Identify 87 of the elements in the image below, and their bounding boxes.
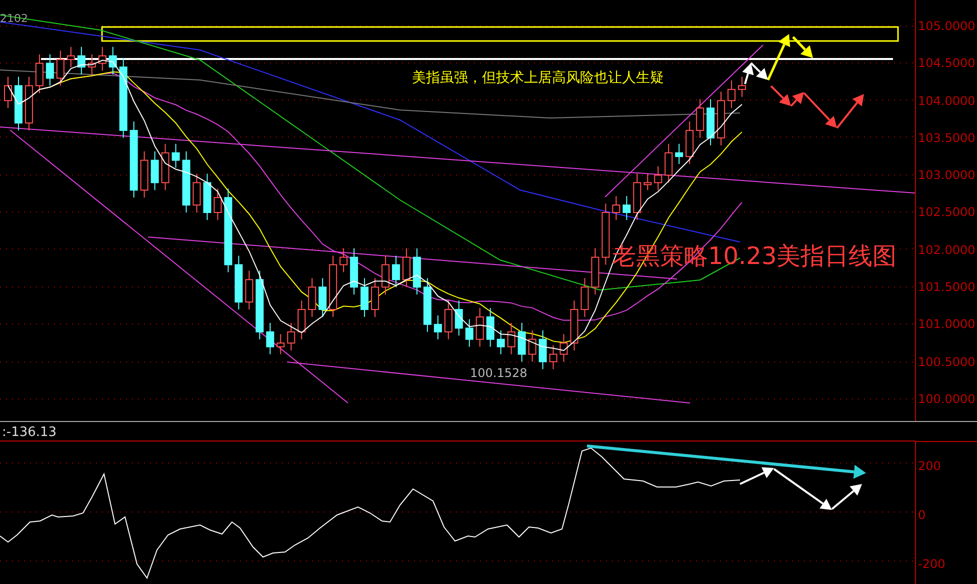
candlestick <box>538 330 547 370</box>
axis-label: 100.5000 <box>917 354 976 371</box>
candlestick <box>140 150 148 198</box>
candlestick <box>276 334 285 355</box>
candlestick <box>486 308 494 348</box>
candlestick <box>371 278 379 318</box>
candlestick <box>738 76 746 98</box>
candlestick <box>350 248 358 296</box>
candlestick <box>476 308 484 348</box>
candlestick <box>172 143 180 168</box>
low-price-label: 100.1528 <box>470 366 528 380</box>
axis-label: 104.5000 <box>917 55 976 72</box>
candlestick <box>66 46 75 68</box>
forecast-arrow <box>836 94 864 129</box>
axis-label: 102.0000 <box>917 242 976 259</box>
candlestick <box>465 318 474 348</box>
candlestick <box>318 278 327 318</box>
candlestick <box>329 255 338 318</box>
candlestick <box>444 300 452 340</box>
candlestick <box>245 270 254 310</box>
axis-label: 105.0000 <box>917 18 976 35</box>
candlestick <box>98 46 106 72</box>
candlestick <box>728 80 736 109</box>
candlestick <box>214 188 222 220</box>
axis-label: 103.0000 <box>917 167 976 184</box>
candlestick <box>256 270 264 340</box>
candlestick <box>570 300 578 351</box>
axis-label: 103.5000 <box>917 130 976 147</box>
axis-label: 101.0000 <box>917 316 976 334</box>
candlestick <box>654 166 662 191</box>
candlestick <box>423 278 432 332</box>
axis-label: 102.5000 <box>917 204 976 222</box>
candlestick <box>234 255 243 310</box>
candlestick <box>360 278 369 318</box>
candlestick <box>266 322 274 355</box>
candlestick <box>664 143 673 184</box>
candlestick <box>402 248 410 288</box>
candlestick <box>528 330 536 362</box>
candlestick <box>686 121 694 164</box>
candlestick <box>507 322 516 355</box>
candlestick <box>454 300 463 336</box>
indicator-value: :-136.13 <box>2 425 57 440</box>
candlestick <box>287 322 296 351</box>
candlestick <box>46 54 54 86</box>
candlestick <box>35 54 44 94</box>
candlestick <box>381 255 390 296</box>
axis-label: 104.0000 <box>917 92 976 110</box>
forecast-arrow <box>792 36 813 58</box>
candlestick <box>203 173 212 220</box>
candlestick <box>518 322 526 362</box>
candlestick <box>77 46 86 75</box>
candlestick <box>150 150 159 191</box>
candlestick <box>182 150 190 213</box>
candlestick <box>340 248 348 273</box>
candlestick <box>496 330 505 355</box>
candlestick <box>675 143 684 164</box>
candlestick <box>549 344 558 370</box>
candlestick <box>161 143 170 191</box>
axis-label: 100.0000 <box>917 390 976 408</box>
candlestick <box>696 98 704 138</box>
candlestick <box>4 76 12 109</box>
candlestick <box>108 46 117 75</box>
candlestick <box>24 76 33 131</box>
candlestick <box>14 76 22 131</box>
candlestick <box>591 248 600 296</box>
candlestick <box>602 203 610 266</box>
candlestick <box>56 50 64 86</box>
candlestick <box>612 196 620 220</box>
candlestick <box>88 54 96 75</box>
candlestick <box>717 91 726 146</box>
candlestick <box>560 334 568 362</box>
candlestick <box>392 255 400 288</box>
candlestick <box>412 248 421 296</box>
chart-annotation: 美指虽强，但技术上居高风险也让人生疑 <box>412 69 664 87</box>
axis-label: 200 <box>917 458 942 475</box>
candlestick <box>434 314 442 340</box>
candlestick <box>622 196 631 220</box>
candlestick <box>192 173 201 213</box>
axis-label: 101.5000 <box>917 279 976 296</box>
candlestick <box>298 300 306 340</box>
axis-label: 0 <box>917 507 927 524</box>
candlestick <box>706 98 715 146</box>
axis-label: -200 <box>917 556 946 573</box>
candlestick <box>308 278 316 318</box>
candlestick <box>633 173 642 220</box>
candlestick <box>580 278 589 318</box>
candlestick <box>644 173 652 191</box>
